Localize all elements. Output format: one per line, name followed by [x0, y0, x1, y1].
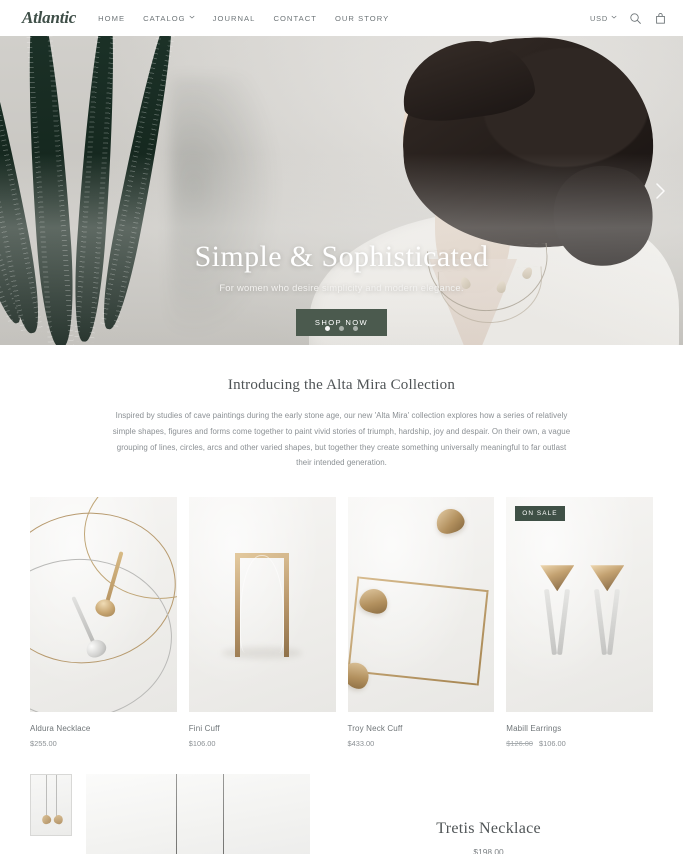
header-actions: USD [590, 12, 667, 25]
intro-body: Inspired by studies of cave paintings du… [112, 411, 571, 468]
nav-item-label: CATALOG [143, 13, 186, 23]
price-current: $106.00 [539, 739, 566, 749]
nav-item-label: OUR STORY [334, 13, 390, 23]
slider-dot-3[interactable] [353, 326, 358, 331]
product-name: Troy Neck Cuff [347, 724, 403, 734]
slider-dot-2[interactable] [339, 326, 344, 331]
product-price: $255.00 [30, 739, 177, 748]
product-detail-title: Tretis Necklace [436, 820, 541, 838]
product-price: $106.00 [189, 739, 336, 748]
product-image[interactable] [347, 497, 495, 713]
site-header: Atlantic HOME CATALOG JOURNAL CONTACT OU… [0, 0, 683, 36]
intro-heading: Introducing the Alta Mira Collection [227, 377, 456, 393]
nav-item-catalog[interactable]: CATALOG [143, 14, 195, 23]
product-detail-price: $198.00 [473, 847, 504, 854]
currency-selector[interactable]: USD [590, 14, 617, 23]
nav-item-home[interactable]: HOME [98, 14, 125, 23]
product-thumbnail[interactable] [30, 774, 72, 837]
product-image[interactable] [188, 497, 336, 713]
hero-slider: Simple & Sophisticated For women who des… [0, 36, 683, 345]
slider-dot-1[interactable] [325, 326, 330, 331]
product-card[interactable]: Fini Cuff $106.00 [188, 497, 336, 748]
nav-item-label: JOURNAL [212, 13, 256, 23]
product-card[interactable]: Troy Neck Cuff $433.00 [347, 497, 495, 748]
product-card[interactable]: Aldura Necklace $255.00 [30, 497, 177, 748]
nav-item-journal[interactable]: JOURNAL [213, 14, 256, 23]
price-current: $255.00 [30, 739, 57, 749]
product-detail-section: Tretis Necklace $198.00 [0, 748, 683, 854]
product-name: Fini Cuff [188, 724, 220, 734]
product-main-image[interactable] [86, 774, 311, 854]
shopping-bag-icon[interactable] [654, 12, 667, 25]
product-name: Mabill Earrings [506, 724, 562, 734]
product-thumbnail-list [30, 774, 72, 854]
nav-item-our-story[interactable]: OUR STORY [335, 14, 389, 23]
hero-title: Simple & Sophisticated [194, 240, 489, 273]
currency-label: USD [589, 13, 608, 23]
main-navigation: HOME CATALOG JOURNAL CONTACT OUR STORY [98, 14, 389, 23]
shop-now-button[interactable]: SHOP NOW [295, 308, 388, 336]
nav-item-label: HOME [98, 13, 126, 23]
chevron-down-icon [189, 14, 195, 20]
collection-intro: Introducing the Alta Mira Collection Ins… [0, 345, 683, 497]
nav-item-label: CONTACT [273, 13, 317, 23]
price-current: $433.00 [347, 739, 375, 749]
product-name: Aldura Necklace [30, 724, 91, 734]
product-price: $433.00 [348, 739, 495, 748]
product-detail-info: Tretis Necklace $198.00 [324, 774, 653, 854]
on-sale-badge: ON SALE [515, 506, 565, 522]
slider-dots [0, 326, 683, 331]
site-logo[interactable]: Atlantic [22, 8, 76, 28]
product-card[interactable]: ON SALE Mabill Earrings $126.00 $106.00 [506, 497, 653, 748]
price-current: $106.00 [188, 739, 216, 749]
hero-subtitle: For women who desire simplicity and mode… [219, 281, 464, 293]
price-compare-at: $126.00 [506, 739, 533, 749]
product-price: $126.00 $106.00 [506, 739, 653, 748]
chevron-down-icon [611, 14, 617, 20]
chevron-right-icon[interactable] [649, 180, 671, 202]
product-grid: Aldura Necklace $255.00 Fini Cuff $106.0… [0, 497, 683, 748]
product-image[interactable]: ON SALE [506, 497, 653, 713]
nav-item-contact[interactable]: CONTACT [273, 14, 317, 23]
search-icon[interactable] [629, 12, 642, 25]
product-image[interactable] [30, 497, 177, 713]
hero-content: Simple & Sophisticated For women who des… [0, 238, 683, 336]
